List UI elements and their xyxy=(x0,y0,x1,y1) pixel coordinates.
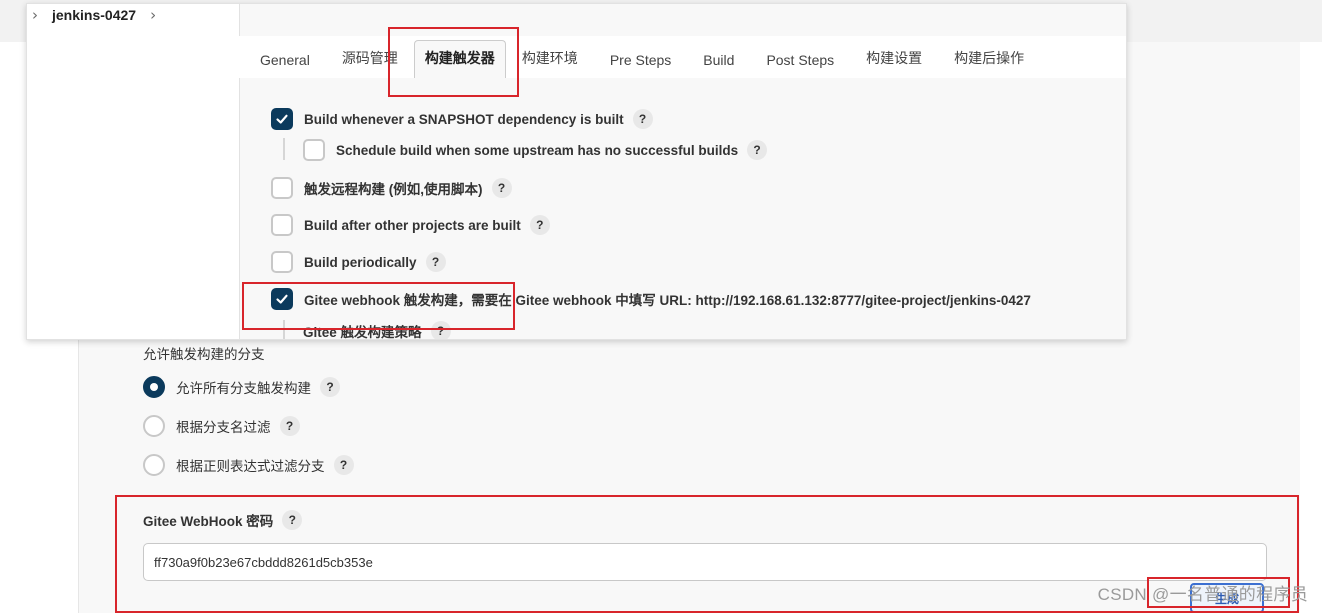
radio-label: 允许所有分支触发构建 xyxy=(176,381,311,396)
radio-label: 根据分支名过滤 xyxy=(176,420,271,435)
trigger-build-periodically[interactable]: Build periodically ? xyxy=(271,251,446,273)
tab-post-steps[interactable]: Post Steps xyxy=(750,40,850,78)
webhook-password-label-text: Gitee WebHook 密码 xyxy=(143,514,274,529)
check-icon xyxy=(276,114,288,124)
strategy-label: Gitee 触发构建策略 xyxy=(303,325,422,340)
help-icon[interactable]: ? xyxy=(279,416,300,436)
chevron-right-icon: › xyxy=(32,6,38,24)
help-icon[interactable]: ? xyxy=(282,510,303,530)
trigger-label: Build periodically xyxy=(304,254,417,270)
checkbox-checked[interactable] xyxy=(271,288,293,310)
trigger-label: Gitee webhook 触发构建，需要在 Gitee webhook 中填写… xyxy=(304,293,1031,308)
checkbox[interactable] xyxy=(271,214,293,236)
help-icon[interactable]: ? xyxy=(425,252,446,272)
tab-build-triggers[interactable]: 构建触发器 xyxy=(413,40,506,78)
trigger-snapshot-dependency[interactable]: Build whenever a SNAPSHOT dependency is … xyxy=(271,108,653,130)
trigger-label: Build whenever a SNAPSHOT dependency is … xyxy=(304,111,624,127)
help-icon[interactable]: ? xyxy=(430,321,451,339)
radio[interactable] xyxy=(143,454,165,476)
check-icon xyxy=(276,294,288,304)
branch-option-name-filter[interactable]: 根据分支名过滤 ? xyxy=(143,415,300,437)
trigger-schedule-upstream[interactable]: Schedule build when some upstream has no… xyxy=(303,139,768,161)
trigger-label: 触发远程构建 (例如,使用脚本) xyxy=(304,182,483,197)
trigger-gitee-webhook[interactable]: Gitee webhook 触发构建，需要在 Gitee webhook 中填写… xyxy=(271,288,1031,310)
checkbox-checked[interactable] xyxy=(271,108,293,130)
gitee-strategy-heading: Gitee 触发构建策略 ? xyxy=(303,321,451,340)
chevron-right-icon[interactable]: › xyxy=(150,6,156,24)
tab-build-environment[interactable]: 构建环境 xyxy=(506,40,594,78)
help-icon[interactable]: ? xyxy=(333,455,354,475)
webhook-password-label: Gitee WebHook 密码 ? xyxy=(143,510,303,530)
nested-indent-line xyxy=(283,320,285,339)
branch-option-regex-filter[interactable]: 根据正则表达式过滤分支 ? xyxy=(143,454,354,476)
radio-selected[interactable] xyxy=(143,376,165,398)
tab-bar: General 源码管理 构建触发器 构建环境 Pre Steps Build … xyxy=(239,36,1126,78)
help-icon[interactable]: ? xyxy=(529,215,550,235)
radio[interactable] xyxy=(143,415,165,437)
branch-option-all[interactable]: 允许所有分支触发构建 ? xyxy=(143,376,340,398)
tab-source-code[interactable]: 源码管理 xyxy=(326,40,414,78)
help-icon[interactable]: ? xyxy=(747,140,768,160)
trigger-label: Schedule build when some upstream has no… xyxy=(336,142,739,158)
radio-label: 根据正则表达式过滤分支 xyxy=(176,459,325,474)
tab-post-build-actions[interactable]: 构建后操作 xyxy=(938,40,1040,78)
nested-indent-line xyxy=(283,138,285,160)
trigger-label: Build after other projects are built xyxy=(304,217,521,233)
tab-build[interactable]: Build xyxy=(687,40,750,78)
checkbox[interactable] xyxy=(303,139,325,161)
tab-general[interactable]: General xyxy=(239,40,326,78)
trigger-remote-build[interactable]: 触发远程构建 (例如,使用脚本) ? xyxy=(271,177,512,199)
trigger-after-other-projects[interactable]: Build after other projects are built ? xyxy=(271,214,550,236)
watermark: CSDN @一名普通的程序员 xyxy=(1097,585,1308,604)
branch-section-title: 允许触发构建的分支 xyxy=(143,347,265,362)
help-icon[interactable]: ? xyxy=(320,377,340,397)
checkbox[interactable] xyxy=(271,177,293,199)
tab-build-settings[interactable]: 构建设置 xyxy=(850,40,938,78)
help-icon[interactable]: ? xyxy=(491,178,512,198)
breadcrumb-job-link[interactable]: jenkins-0427 xyxy=(52,7,136,23)
breadcrumb: › jenkins-0427 › xyxy=(0,0,156,30)
config-overlay: General 源码管理 构建触发器 构建环境 Pre Steps Build … xyxy=(26,3,1127,340)
webhook-password-input[interactable] xyxy=(143,543,1267,581)
checkbox[interactable] xyxy=(271,251,293,273)
help-icon[interactable]: ? xyxy=(632,109,653,129)
tab-pre-steps[interactable]: Pre Steps xyxy=(594,40,687,78)
